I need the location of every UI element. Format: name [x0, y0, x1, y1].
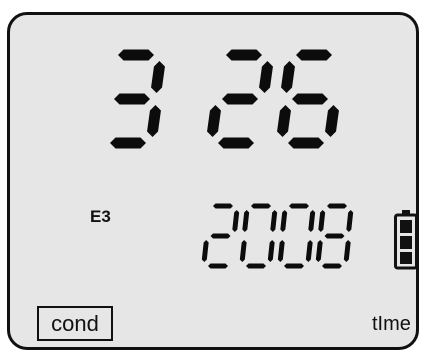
- segment-a: [213, 203, 233, 209]
- segment-b: [308, 210, 316, 232]
- segment-e: [277, 240, 285, 262]
- segment-c: [305, 240, 313, 262]
- segment-a: [118, 49, 154, 61]
- segment-e: [277, 105, 291, 137]
- segment-b: [232, 210, 240, 232]
- digit-2: [201, 203, 240, 269]
- segment-d: [284, 263, 304, 269]
- segment-b: [270, 210, 278, 232]
- segment-f: [280, 210, 288, 232]
- digit-6: [277, 49, 339, 149]
- segment-d: [218, 137, 254, 149]
- segment-e: [315, 240, 323, 262]
- segment-c: [267, 240, 275, 262]
- segment-d: [288, 137, 324, 149]
- segment-c: [147, 105, 161, 137]
- segment-e: [201, 240, 209, 262]
- segment-b: [346, 210, 354, 232]
- segment-g: [114, 93, 150, 105]
- cond-label: cond: [51, 310, 99, 336]
- mode-code-label: E3: [90, 207, 111, 226]
- lcd-panel: E3 cond tIme: [7, 12, 419, 350]
- segment-f: [281, 61, 295, 93]
- segment-g: [324, 233, 345, 239]
- digit-8: [315, 203, 354, 269]
- segment-a: [327, 203, 347, 209]
- segment-g: [222, 93, 258, 105]
- segment-f: [242, 210, 250, 232]
- battery-full-icon: [394, 210, 418, 270]
- segment-e: [239, 240, 247, 262]
- segment-a: [251, 203, 271, 209]
- segment-e: [207, 105, 221, 137]
- time-label: tIme: [372, 313, 411, 335]
- segment-d: [246, 263, 266, 269]
- year-segment-display: [201, 203, 354, 269]
- digit-3: [110, 49, 165, 149]
- main-segment-display: [110, 49, 339, 149]
- cond-indicator: cond: [37, 306, 113, 341]
- segment-c: [343, 240, 351, 262]
- segment-d: [208, 263, 228, 269]
- segment-f: [318, 210, 326, 232]
- digit-0: [277, 203, 316, 269]
- segment-d: [322, 263, 342, 269]
- segment-g: [210, 233, 231, 239]
- segment-b: [151, 61, 165, 93]
- digit-0: [239, 203, 278, 269]
- segment-a: [226, 49, 262, 61]
- segment-c: [325, 105, 339, 137]
- segment-a: [296, 49, 332, 61]
- segment-b: [259, 61, 273, 93]
- segment-d: [110, 137, 146, 149]
- segment-g: [292, 93, 328, 105]
- segment-a: [289, 203, 309, 209]
- digit-2: [207, 49, 273, 149]
